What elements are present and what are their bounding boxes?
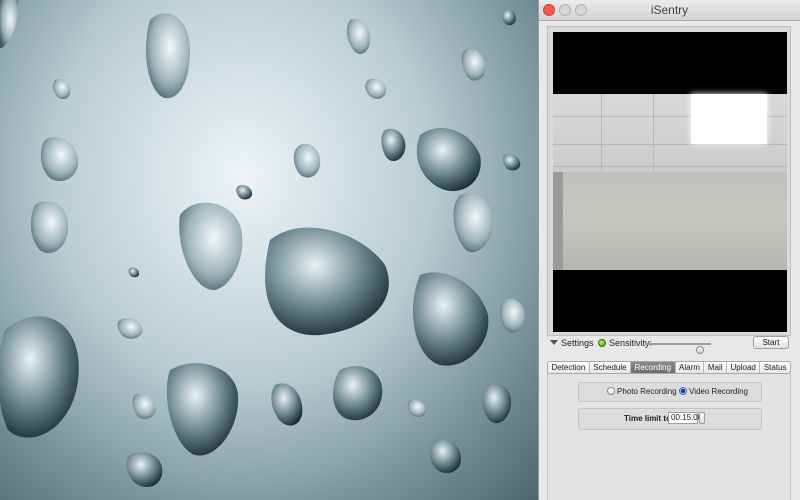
video-recording-option[interactable]: Video Recording: [679, 387, 748, 396]
status-led-icon: [598, 339, 606, 347]
time-limit-input[interactable]: 00:15:00: [668, 412, 702, 424]
time-limit-group: Time limit to: 00:15:00: [578, 408, 762, 430]
tab-bar: Detection Schedule Recording Alarm Mail Uploa…: [547, 361, 791, 374]
tab-alarm[interactable]: Alarm: [676, 362, 705, 373]
window-title: iSentry: [650, 3, 689, 17]
recording-mode-group: Photo Recording Video Recording: [578, 382, 762, 402]
controls-row: Settings Sensitivity: Start: [547, 336, 791, 354]
settings-disclosure-icon[interactable]: [550, 340, 558, 345]
tab-schedule[interactable]: Schedule: [590, 362, 632, 373]
isentry-window: iSentry Settings Sensitivity: Start Phot…: [538, 0, 800, 500]
start-button[interactable]: Start: [753, 336, 789, 349]
camera-feed: [553, 32, 787, 332]
tab-detection[interactable]: Detection: [548, 362, 590, 373]
sensitivity-slider[interactable]: [645, 343, 711, 354]
desktop-wallpaper: [0, 0, 538, 500]
camera-scene-ceiling: [553, 94, 787, 172]
recording-tab-panel: Photo Recording Video Recording Time lim…: [547, 367, 791, 500]
camera-scene-room: [553, 94, 787, 270]
camera-scene-wall: [553, 172, 563, 270]
time-limit-stepper[interactable]: [699, 412, 705, 424]
tab-upload[interactable]: Upload: [727, 362, 761, 373]
settings-label[interactable]: Settings: [561, 338, 594, 348]
camera-preview-frame: [547, 26, 791, 336]
tab-recording[interactable]: Recording: [631, 362, 676, 373]
time-limit-label: Time limit to:: [624, 414, 674, 423]
photo-recording-radio[interactable]: [607, 387, 615, 395]
photo-recording-option[interactable]: Photo Recording: [607, 387, 677, 396]
tab-status[interactable]: Status: [760, 362, 790, 373]
title-bar[interactable]: iSentry: [539, 0, 800, 21]
video-recording-radio[interactable]: [679, 387, 687, 395]
video-recording-label: Video Recording: [689, 387, 749, 396]
sensitivity-slider-knob[interactable]: [696, 346, 704, 354]
tab-mail[interactable]: Mail: [704, 362, 728, 373]
water-droplets-image: [0, 0, 525, 487]
ceiling-light: [691, 94, 767, 144]
photo-recording-label: Photo Recording: [617, 387, 677, 396]
